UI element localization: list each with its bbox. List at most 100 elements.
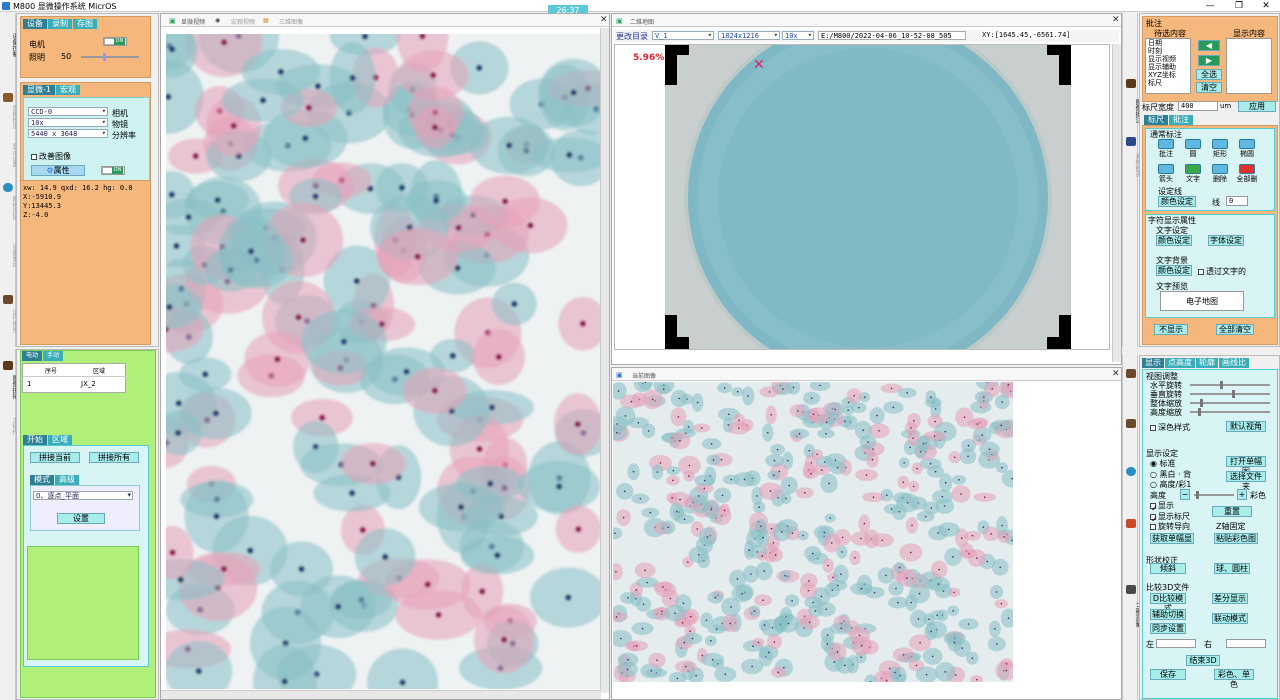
tab-macro[interactable]: 宏观 (55, 85, 80, 95)
tab-contour[interactable]: 轮廓 (1196, 358, 1218, 368)
height-minus-button[interactable]: − (1180, 489, 1190, 500)
map-objective-select[interactable]: 10x (782, 31, 814, 40)
stitch-all-button[interactable]: 拼接所有 (89, 452, 139, 463)
map-vscroll[interactable] (1112, 44, 1121, 362)
sync-set-button[interactable]: 同步设置 (1150, 623, 1186, 634)
tab-3d-image[interactable]: 三维图像 (279, 17, 303, 26)
transparent-checkbox[interactable]: 透过文字的 (1198, 266, 1246, 277)
map-marker[interactable]: ✕ (753, 57, 765, 73)
tool-rect-btn[interactable]: 矩形 (1209, 139, 1231, 159)
tab-advanced[interactable]: 高级 (55, 475, 79, 485)
tab-device[interactable]: 设备 (23, 19, 47, 29)
tool-delete-btn[interactable]: 删除 (1209, 164, 1231, 184)
tab-ruler[interactable]: 标尺 (1144, 115, 1168, 125)
move-right-icon[interactable]: ▶ (1198, 55, 1220, 66)
hide-button[interactable]: 不显示 (1154, 324, 1188, 335)
row-index[interactable]: 1 (27, 380, 31, 388)
save-button[interactable]: 保存 (1150, 669, 1186, 680)
globe-icon[interactable] (3, 183, 13, 192)
sphere-icon[interactable] (1126, 467, 1136, 476)
current-close-icon[interactable]: ✕ (1112, 369, 1120, 379)
tab-region[interactable]: 区域 (48, 435, 72, 445)
scale-h-slider[interactable] (1190, 408, 1270, 416)
row-area[interactable]: JX_2 (81, 380, 96, 388)
restore-button[interactable]: ❐ (1225, 0, 1253, 12)
improve-image-checkbox[interactable]: 改善图像 (31, 151, 71, 162)
tool-annotate-btn[interactable]: 批注 (1155, 139, 1177, 159)
annotate-icon[interactable] (1126, 79, 1136, 88)
tab-micro-video[interactable]: 显微视频 (181, 17, 205, 26)
tab-record[interactable]: 录制 (48, 19, 72, 29)
map-close-icon[interactable]: ✕ (1112, 15, 1120, 25)
dark-style-checkbox[interactable]: 深色样式 (1150, 422, 1190, 433)
main-hscroll[interactable] (161, 690, 601, 699)
rotate-guide-checkbox[interactable]: 旋转导向 (1150, 521, 1190, 532)
main-vscroll[interactable] (600, 28, 609, 693)
tab-start[interactable]: 开始 (23, 435, 47, 445)
mode-set-button[interactable]: 设置 (57, 513, 105, 524)
apply-button[interactable]: 应用 (1238, 101, 1276, 112)
tab-annotation[interactable]: 批注 (1169, 115, 1193, 125)
microscope-image[interactable] (166, 34, 600, 689)
default-view-button[interactable]: 默认视角 (1226, 421, 1266, 432)
tab-line-ratio[interactable]: 画线比 (1219, 358, 1249, 368)
pending-list[interactable]: 日期 时刻 显示视频 显示辅助 XYZ坐标 标尺 (1145, 38, 1191, 94)
shown-list[interactable] (1226, 38, 1272, 94)
mode-select[interactable]: 0、逐点_平面 (33, 491, 133, 500)
tool-circle-btn[interactable]: 圆 (1182, 139, 1204, 159)
data-icon[interactable] (1126, 369, 1136, 378)
text-color-button[interactable]: 颜色设定 (1156, 235, 1192, 246)
select-all-button[interactable]: 全选 (1196, 69, 1222, 80)
objective-select[interactable]: 10x (28, 118, 108, 127)
report-2-icon[interactable] (1126, 419, 1136, 428)
left-file-input[interactable] (1156, 639, 1196, 648)
tab-micro-1[interactable]: 显微-1 (23, 85, 55, 95)
paste-color-button[interactable]: 粘贴彩色图 (1214, 533, 1258, 544)
bg-color-button[interactable]: 颜色设定 (1156, 265, 1192, 276)
microscope-icon[interactable] (3, 93, 13, 102)
tab-manual[interactable]: 手动 (43, 351, 64, 361)
aux-switch-button[interactable]: 辅助切换 (1150, 609, 1186, 620)
tab-macro-video[interactable]: 宏观视频 (231, 17, 255, 26)
close-button[interactable]: ✕ (1252, 0, 1280, 12)
line-width-input[interactable]: 0 (1226, 196, 1248, 206)
standard-radio[interactable]: ◉ 标准 (1150, 458, 1176, 469)
d-compare-button[interactable]: D比较模式 (1150, 593, 1186, 613)
stitch-icon[interactable] (3, 361, 13, 370)
link-mode-button[interactable]: 联动模式 (1212, 613, 1248, 624)
change-dir-link[interactable]: 更改目录 (616, 31, 648, 42)
motor-toggle[interactable]: ON (103, 37, 127, 46)
tab-current-image[interactable]: 当前图像 (632, 371, 656, 380)
h-rotate-slider[interactable] (1190, 381, 1270, 389)
tool-ellipse-btn[interactable]: 椭圆 (1236, 139, 1258, 159)
tab-display[interactable]: 显示 (1142, 358, 1164, 368)
tab-map[interactable]: 二维地图 (630, 17, 654, 26)
v-rotate-slider[interactable] (1190, 390, 1270, 398)
three-d-icon[interactable] (1126, 585, 1136, 594)
measure-icon[interactable] (1126, 137, 1136, 146)
main-close-icon[interactable]: ✕ (600, 15, 608, 25)
minimize-button[interactable]: — (1196, 0, 1224, 12)
open-image-button[interactable]: 打开单幅图 (1226, 456, 1266, 476)
tab-save-image[interactable]: 存图 (73, 19, 97, 29)
tilt-button[interactable]: 倾斜 (1150, 563, 1186, 574)
sphere-button[interactable]: 球、圆柱 (1214, 563, 1250, 574)
ruler-width-input[interactable]: 400 (1178, 101, 1218, 111)
move-left-icon[interactable]: ◀ (1198, 40, 1220, 51)
camera-select[interactable]: CCD-0 (28, 107, 108, 116)
stitch-current-button[interactable]: 拼接当前 (30, 452, 80, 463)
camera-toggle[interactable]: ON (101, 166, 125, 175)
map-canvas[interactable]: 5.96% ✕ (614, 44, 1110, 350)
show-flag-checkbox[interactable]: ✓显示 (1150, 500, 1174, 513)
select-folder-button[interactable]: 选择文件夹 (1226, 471, 1266, 491)
tab-mode[interactable]: 模式 (30, 475, 54, 485)
tab-point-height[interactable]: 点高度 (1165, 358, 1195, 368)
tab-motorized[interactable]: 电动 (22, 351, 43, 361)
font-set-button[interactable]: 字体设定 (1208, 235, 1244, 246)
height-plus-button[interactable]: + (1237, 489, 1247, 500)
get-single-button[interactable]: 获取单幅显 (1150, 533, 1194, 544)
resolution-select[interactable]: 5440 x 3648 (28, 129, 108, 138)
apple-icon[interactable] (1126, 519, 1136, 528)
tool-text-btn[interactable]: 文字 (1182, 164, 1204, 184)
clear-button[interactable]: 清空 (1196, 82, 1222, 93)
